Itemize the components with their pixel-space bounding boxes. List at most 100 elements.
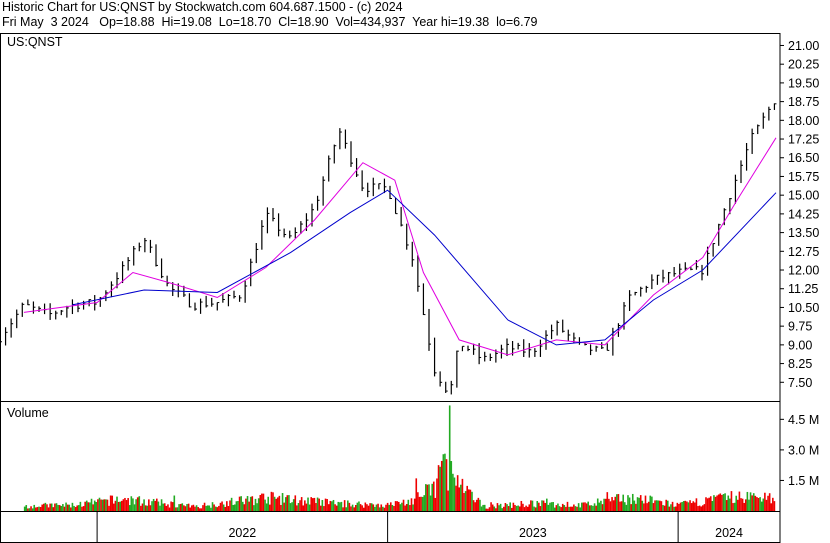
volume-bar: [366, 504, 368, 511]
volume-bar: [224, 506, 227, 511]
volume-bar: [97, 499, 99, 511]
volume-bar: [475, 499, 478, 511]
volume-bar: [452, 473, 454, 511]
volume-bar: [265, 503, 268, 511]
volume-bar: [167, 504, 169, 511]
volume-bar: [552, 502, 554, 511]
header-quote: Fri May 3 2024 Op=18.88 Hi=19.08 Lo=18.7…: [2, 15, 538, 29]
price-tick-label: 12.00: [788, 264, 819, 278]
volume-bar: [668, 506, 671, 511]
volume-bar: [772, 497, 774, 511]
volume-bar: [722, 494, 725, 511]
volume-bar: [194, 506, 196, 511]
volume-bar: [391, 504, 394, 511]
volume-bar: [240, 496, 242, 511]
volume-bar: [159, 505, 161, 511]
volume-bar: [770, 503, 773, 511]
volume-bar: [382, 506, 384, 511]
header-title: Historic Chart for US:QNST by Stockwatch…: [2, 0, 403, 14]
volume-bar: [689, 500, 691, 511]
volume-bar: [576, 506, 578, 511]
volume-bar: [181, 503, 184, 511]
volume-bar: [737, 499, 739, 511]
volume-bar: [367, 505, 370, 511]
volume-bar: [304, 500, 306, 511]
volume-bar: [41, 504, 43, 511]
volume-bar: [635, 503, 637, 511]
volume-bar: [738, 491, 741, 511]
volume-bar: [639, 495, 642, 511]
volume-bar: [54, 503, 56, 511]
volume-bar: [721, 494, 723, 511]
volume-bar: [135, 499, 137, 511]
volume-bar: [68, 504, 71, 511]
volume-bar: [397, 501, 400, 511]
volume-bar: [394, 501, 397, 511]
volume-bar: [276, 497, 279, 511]
price-tick-label: 11.25: [788, 282, 818, 296]
volume-bar: [590, 505, 593, 511]
price-tick-label: 18.00: [788, 114, 819, 128]
volume-bar: [42, 503, 45, 511]
volume-bar: [725, 500, 728, 511]
volume-bar: [480, 506, 483, 511]
volume-bar: [546, 498, 548, 511]
volume-bar: [23, 506, 26, 511]
volume-bar: [87, 502, 90, 511]
volume-bar: [487, 508, 489, 511]
volume-bar: [536, 500, 539, 511]
volume-bar: [324, 498, 327, 511]
volume-bar: [288, 495, 290, 511]
volume-bar: [676, 502, 679, 511]
volume-bar: [230, 497, 233, 511]
volume-bar: [385, 504, 387, 511]
volume-bar: [582, 502, 585, 511]
volume-bar: [386, 502, 389, 511]
volume-bar: [458, 487, 461, 511]
volume-bar: [477, 497, 480, 511]
volume-bar: [308, 504, 311, 511]
volume-bar: [455, 485, 457, 511]
volume-bar: [442, 454, 445, 511]
volume-bar: [493, 506, 496, 511]
volume-bar: [485, 508, 488, 511]
volume-bar: [280, 504, 282, 511]
volume-bar: [283, 502, 285, 511]
volume-bar: [445, 459, 448, 511]
volume-bar: [574, 506, 577, 511]
volume-bar: [544, 502, 547, 511]
volume-bar: [156, 498, 158, 511]
volume-bar: [27, 508, 29, 511]
volume-tick-label: 3.0 M: [788, 443, 819, 457]
volume-bar: [407, 499, 410, 511]
volume-bar: [520, 500, 523, 511]
volume-bar: [603, 498, 605, 511]
volume-bar: [370, 503, 373, 511]
volume-bar: [203, 502, 206, 511]
volume-bar: [103, 499, 106, 511]
price-tick-label: 8.25: [788, 357, 812, 371]
volume-bar: [636, 497, 639, 511]
volume-bar: [550, 502, 553, 511]
volume-bar: [348, 502, 351, 511]
volume-bar: [568, 506, 570, 511]
volume-bar: [504, 502, 507, 511]
volume-bar: [687, 502, 690, 511]
volume-bar: [541, 500, 543, 511]
volume-bar: [510, 507, 513, 511]
volume-bar: [340, 501, 343, 511]
volume-bar: [415, 478, 418, 511]
volume-bar: [38, 506, 40, 511]
volume-bar: [517, 505, 519, 511]
volume-bar: [393, 506, 395, 511]
volume-bar: [173, 495, 176, 511]
volume-bar: [474, 502, 476, 511]
volume-bar: [390, 502, 392, 511]
price-tick-label: 17.25: [788, 133, 819, 147]
volume-bar: [716, 495, 718, 511]
volume-bar: [399, 504, 402, 511]
volume-bar: [327, 504, 330, 511]
volume-bar: [98, 497, 101, 511]
volume-bar: [503, 506, 505, 511]
volume-bar: [735, 495, 738, 511]
